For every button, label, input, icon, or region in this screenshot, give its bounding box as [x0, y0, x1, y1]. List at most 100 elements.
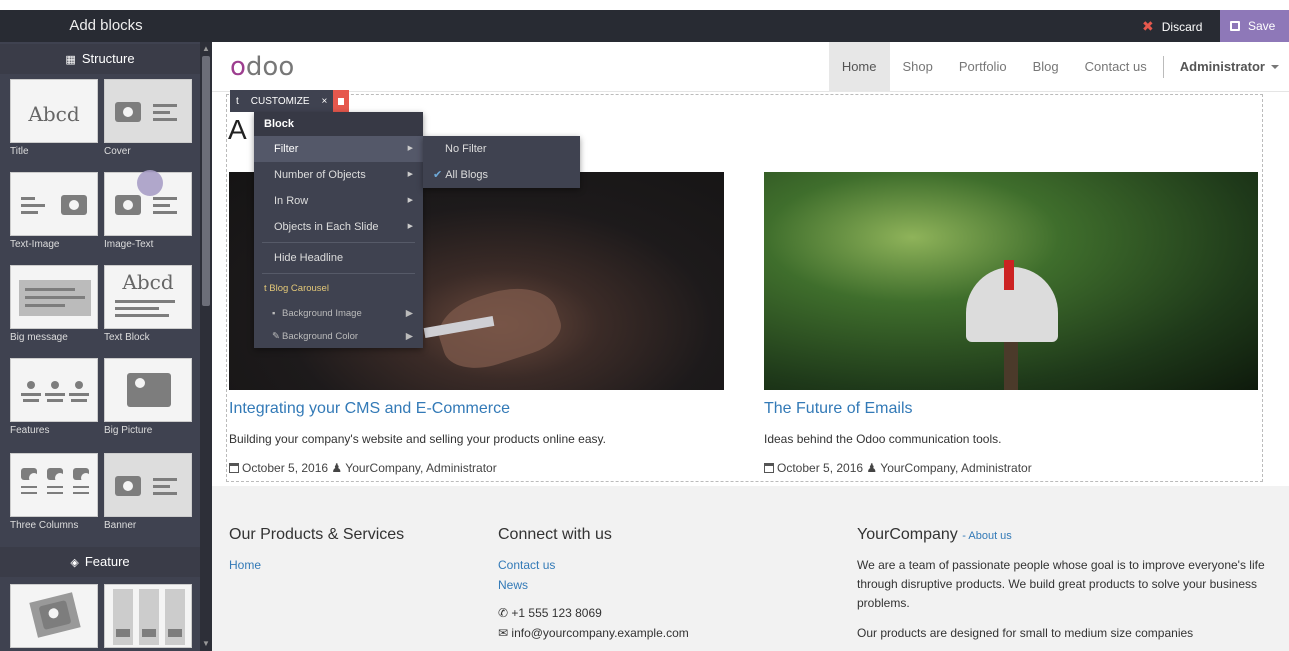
trash-icon[interactable] — [333, 90, 350, 112]
about-us-link[interactable]: - About us — [962, 530, 1012, 542]
grid-icon: ▦ — [65, 54, 76, 66]
block-label: Big Picture — [104, 425, 153, 436]
post-title-link[interactable]: The Future of Emails — [764, 400, 913, 418]
camera-icon — [115, 195, 141, 215]
nav-home[interactable]: Home — [828, 42, 890, 92]
block-big-picture[interactable]: Big Picture — [104, 358, 192, 438]
scrollbar-handle[interactable] — [202, 56, 210, 306]
sidebar-scrollbar[interactable]: ▲ ▼ — [200, 42, 212, 651]
eyedropper-icon: ✎ — [272, 331, 280, 342]
menu-item-objects-in-each-slide[interactable]: Objects in Each Slide ▶ — [254, 214, 423, 240]
block-label: Cover — [104, 146, 131, 157]
calendar-icon — [764, 463, 774, 473]
block-label: Banner — [104, 520, 137, 531]
envelope-icon: ✉ — [498, 626, 509, 640]
category-structure: ▦ Structure — [0, 44, 200, 74]
blocks-sidebar: ▦ Structure Abcd Title Cover Text-Image I… — [0, 42, 212, 651]
check-icon: ✔ — [433, 169, 443, 181]
block-label: Text-Image — [10, 239, 60, 250]
block-label: Image-Text — [104, 239, 154, 250]
camera-icon — [73, 468, 91, 483]
block-three-columns[interactable]: Three Columns — [10, 453, 98, 533]
block-thumbnail — [10, 584, 98, 648]
site-footer: Our Products & Services Home Connect wit… — [212, 486, 1289, 651]
menu-item-background-image[interactable]: ▪ Background Image ▶ — [254, 302, 423, 325]
abcd-glyph: Abcd — [28, 102, 80, 126]
odoo-logo[interactable]: odoo — [230, 52, 294, 82]
block-features[interactable]: Features — [10, 358, 98, 438]
discard-button[interactable]: ✖ Discard — [1130, 10, 1214, 42]
post-description: Building your company's website and sell… — [229, 432, 606, 446]
nav-contact-us[interactable]: Contact us — [1072, 42, 1160, 92]
customize-menu: Block Filter ▶ Number of Objects ▶ In Row ▶… — [254, 112, 423, 348]
block-title[interactable]: Abcd Title — [10, 79, 98, 159]
scroll-down-icon[interactable]: ▼ — [200, 639, 212, 649]
block-label: Three Columns — [10, 520, 79, 531]
calendar-icon — [229, 463, 239, 473]
post-image-mailbox[interactable] — [764, 172, 1258, 390]
text-lines-icon — [153, 478, 177, 496]
block-label: Title — [10, 146, 29, 157]
footer-link-home[interactable]: Home — [229, 558, 261, 572]
block-big-message[interactable]: Big message — [10, 265, 98, 345]
caret-right-icon: ▶ — [405, 331, 413, 342]
block-label: Big message — [10, 332, 68, 343]
caret-down-icon — [1271, 65, 1279, 69]
block-thumbnail — [10, 453, 98, 517]
diamond-icon: ◈ — [70, 557, 79, 569]
save-button[interactable]: Save — [1220, 10, 1289, 42]
nav-shop[interactable]: Shop — [890, 42, 946, 92]
camera-icon — [115, 476, 141, 496]
menu-item-background-color[interactable]: ✎ Background Color ▶ — [254, 325, 423, 348]
block-banner[interactable]: Banner — [104, 453, 192, 533]
camera-icon — [21, 468, 39, 483]
post-description: Ideas behind the Odoo communication tool… — [764, 432, 1002, 446]
main-menu: Home Shop Portfolio Blog Contact us Admi… — [828, 42, 1289, 92]
menu-item-hide-headline[interactable]: Hide Headline — [254, 245, 423, 271]
scroll-up-icon[interactable]: ▲ — [200, 44, 212, 54]
user-icon: ♟ — [331, 461, 343, 475]
caret-right-icon: ▶ — [407, 197, 413, 204]
block-feature-gallery[interactable] — [10, 584, 98, 648]
post-title-link[interactable]: Integrating your CMS and E-Commerce — [229, 400, 510, 418]
text-lines-icon — [153, 104, 177, 122]
block-thumbnail — [10, 172, 98, 236]
block-label: Text Block — [104, 332, 150, 343]
filter-option-no-filter[interactable]: No Filter — [423, 136, 580, 162]
camera-icon — [115, 102, 141, 122]
block-text-block[interactable]: Abcd Text Block — [104, 265, 192, 345]
menu-section-blog-carousel: t Blog Carousel — [264, 283, 329, 294]
footer-heading-products: Our Products & Services — [229, 526, 405, 543]
close-icon[interactable]: × — [316, 96, 334, 107]
menu-item-number-of-objects[interactable]: Number of Objects ▶ — [254, 162, 423, 188]
footer-link-news[interactable]: News — [498, 578, 528, 592]
menu-item-filter[interactable]: Filter ▶ — [254, 136, 423, 162]
block-feature-pricing[interactable] — [104, 584, 192, 648]
block-thumbnail — [104, 79, 192, 143]
camera-icon — [47, 468, 65, 483]
customize-button[interactable]: CUSTOMIZE — [245, 96, 316, 107]
footer-email: ✉ info@yourcompany.example.com — [498, 626, 689, 640]
filter-option-all-blogs[interactable]: ✔ All Blogs — [423, 162, 580, 188]
user-icon: ♟ — [866, 461, 878, 475]
text-lines-icon — [21, 197, 45, 215]
category-feature: ◈ Feature — [0, 547, 200, 577]
block-text-image[interactable]: Text-Image — [10, 172, 98, 252]
caret-right-icon: ▶ — [407, 171, 413, 178]
footer-link-contact[interactable]: Contact us — [498, 558, 555, 572]
abcd-glyph: Abcd — [122, 270, 174, 294]
user-menu[interactable]: Administrator — [1167, 42, 1289, 92]
nav-portfolio[interactable]: Portfolio — [946, 42, 1020, 92]
footer-heading-company: YourCompany - About us — [857, 526, 1012, 543]
phone-icon: ✆ — [498, 606, 509, 620]
drag-cursor-indicator — [137, 170, 163, 196]
text-lines-icon — [153, 197, 177, 215]
menu-item-in-row[interactable]: In Row ▶ — [254, 188, 423, 214]
nav-blog[interactable]: Blog — [1020, 42, 1072, 92]
customize-toolbar: t CUSTOMIZE × — [230, 90, 350, 112]
block-thumbnail: Abcd — [10, 79, 98, 143]
block-thumbnail: Abcd — [104, 265, 192, 329]
discard-label: Discard — [1161, 20, 1203, 34]
footer-phone: ✆ +1 555 123 8069 — [498, 606, 602, 620]
block-cover[interactable]: Cover — [104, 79, 192, 159]
